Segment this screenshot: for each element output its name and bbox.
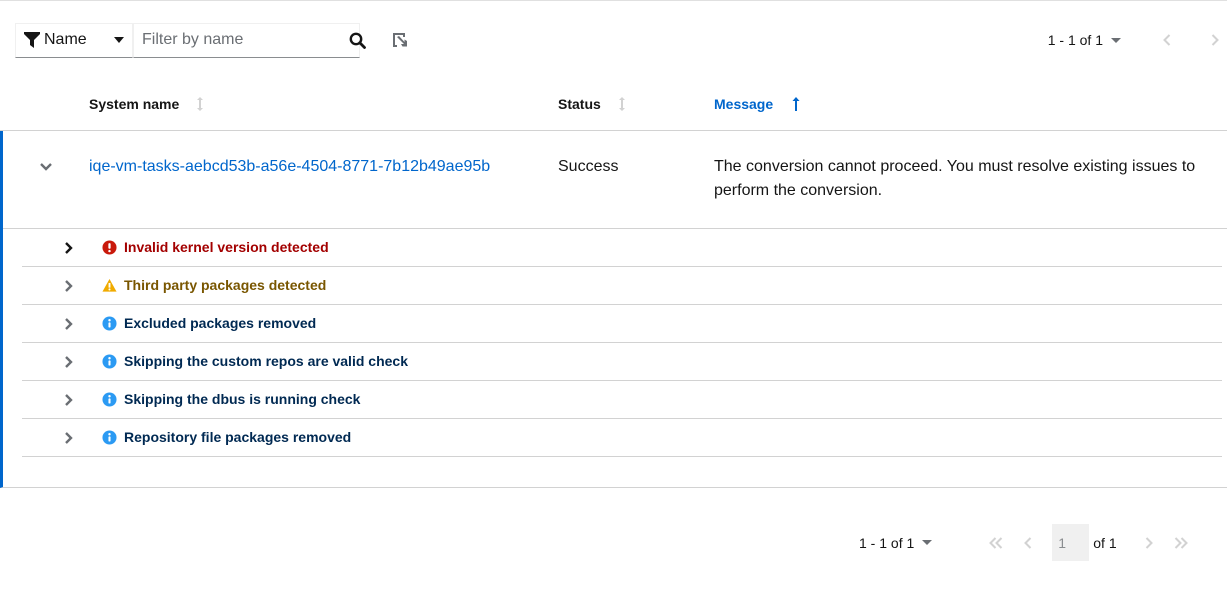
angle-double-right-icon [1174,536,1188,549]
detail-title: Third party packages detected [124,277,327,293]
pagination-range-toggle[interactable]: 1 - 1 of 1 [859,535,914,551]
column-header-system-name[interactable]: System name [89,96,205,112]
search-input[interactable] [142,31,349,49]
previous-page-button[interactable] [1155,28,1179,52]
filter-attribute-label: Name [44,31,87,48]
info-circle-icon [102,316,117,331]
search-icon [349,32,366,49]
top-divider [0,0,1227,1]
expanded-row-group: iqe-vm-tasks-aebcd53b-a56e-4504-8771-7b1… [0,131,1227,488]
detail-title: Invalid kernel version detected [124,239,329,255]
sort-icon [197,97,204,111]
angle-double-left-icon [989,536,1003,549]
column-label: System name [89,96,180,112]
angle-right-icon [65,318,73,330]
detail-title: Excluded packages removed [124,315,317,331]
info-circle-icon [102,392,117,407]
info-circle-icon [102,430,117,445]
exclamation-circle-icon [102,240,117,255]
filter-icon [24,32,40,48]
caret-down-icon [114,37,124,43]
pagination-range-toggle[interactable]: 1 - 1 of 1 [1048,32,1103,48]
search-button[interactable] [349,30,366,50]
angle-right-icon [65,280,73,292]
caret-down-icon [922,540,933,545]
info-circle-icon [102,354,117,369]
last-page-button[interactable] [1165,531,1197,555]
detail-title: Repository file packages removed [124,429,352,445]
column-header-message[interactable]: Message [714,96,801,112]
sort-ascending-icon [792,97,800,111]
detail-item-invalid-kernel[interactable]: Invalid kernel version detected [22,229,1222,267]
first-page-button[interactable] [980,531,1012,555]
next-page-button[interactable] [1133,531,1165,555]
angle-right-icon [65,242,73,254]
detail-item-dbus-check[interactable]: Skipping the dbus is running check [22,381,1222,419]
search-field [133,22,366,58]
message-text: The conversion cannot proceed. You must … [714,158,1196,199]
pagination-bottom: 1 - 1 of 1 of 1 [859,524,1197,561]
angle-right-icon [1211,34,1219,46]
angle-right-icon [65,432,73,444]
column-header-status[interactable]: Status [558,96,627,112]
detail-item-excluded-packages[interactable]: Excluded packages removed [22,305,1222,343]
table-header: System name Status Message [0,80,1227,131]
column-label: Status [558,96,601,112]
detail-title: Skipping the dbus is running check [124,391,361,407]
detail-item-repository-file-packages[interactable]: Repository file packages removed [22,419,1222,457]
status-text: Success [558,158,619,175]
angle-right-icon [1145,536,1153,549]
column-label: Message [714,96,774,112]
filter-attribute-select[interactable]: Name [15,22,133,58]
angle-down-icon [40,163,52,171]
angle-right-icon [65,394,73,406]
sort-icon [618,97,625,111]
previous-page-button[interactable] [1012,531,1044,555]
detail-title: Skipping the custom repos are valid chec… [124,353,408,369]
export-button[interactable] [391,31,409,49]
system-name-link[interactable]: iqe-vm-tasks-aebcd53b-a56e-4504-8771-7b1… [89,158,490,176]
warning-triangle-icon [102,278,117,292]
pagination-top: 1 - 1 of 1 [1048,22,1227,58]
caret-down-icon [1111,37,1121,43]
detail-item-third-party-packages[interactable]: Third party packages detected [22,267,1222,305]
export-icon [393,33,407,47]
total-pages-label: of 1 [1093,534,1117,551]
angle-left-icon [1024,536,1032,549]
filter-toolbar: Name [15,22,366,58]
angle-left-icon [1163,34,1171,46]
current-page-input[interactable] [1052,524,1090,561]
table-row: iqe-vm-tasks-aebcd53b-a56e-4504-8771-7b1… [3,131,1227,229]
next-page-button[interactable] [1203,28,1227,52]
row-expand-toggle[interactable] [39,159,55,175]
detail-item-custom-repos-check[interactable]: Skipping the custom repos are valid chec… [22,343,1222,381]
angle-right-icon [65,356,73,368]
detail-list: Invalid kernel version detected Third pa… [22,229,1222,457]
